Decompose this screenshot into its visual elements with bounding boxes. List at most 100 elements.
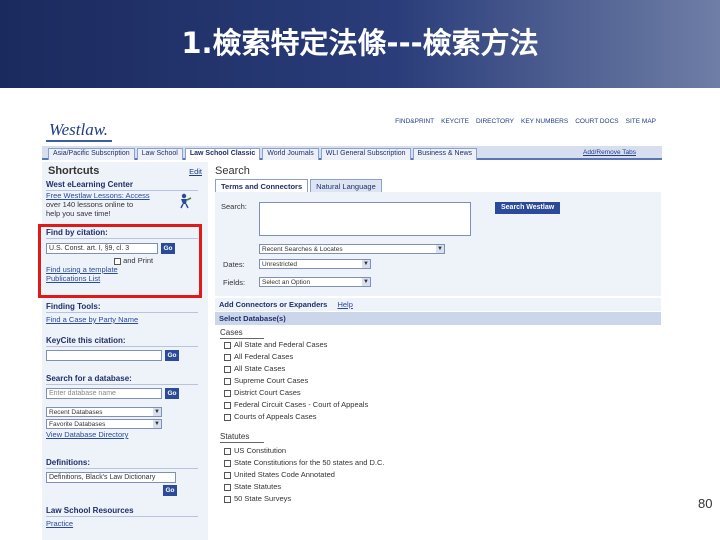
search-subtabs: Terms and Connectors Natural Language <box>215 179 382 192</box>
db-item[interactable]: All State Cases <box>224 364 285 373</box>
find-by-citation-box: Find by citation: U.S. Const. art. I, §9… <box>46 228 198 283</box>
law-school-resources-heading: Law School Resources <box>46 506 198 517</box>
publications-list-link[interactable]: Publications List <box>46 274 198 283</box>
search-main-panel: Search Terms and Connectors Natural Lang… <box>212 162 662 540</box>
db-item[interactable]: 50 State Surveys <box>224 494 291 503</box>
statutes-heading-underline <box>220 442 264 443</box>
tab-world-journals[interactable]: World Journals <box>262 148 319 160</box>
statutes-heading: Statutes <box>220 432 264 443</box>
db-checkbox[interactable] <box>224 353 231 361</box>
search-database-box: Search for a database: Enter database na… <box>46 374 198 439</box>
definitions-go-button[interactable]: Go <box>163 485 177 496</box>
favorite-databases-select[interactable]: Favorite Databases ▼ <box>46 419 162 430</box>
db-item-label: All State and Federal Cases <box>234 340 328 349</box>
db-checkbox[interactable] <box>224 365 231 373</box>
db-checkbox[interactable] <box>224 459 231 467</box>
add-connectors-bar: Add Connectors or Expanders Help <box>215 298 661 311</box>
database-name-input[interactable]: Enter database name <box>46 388 162 399</box>
chevron-down-icon: ▼ <box>362 278 370 286</box>
db-checkbox[interactable] <box>224 471 231 479</box>
db-item[interactable]: State Statutes <box>224 482 281 491</box>
db-checkbox[interactable] <box>224 377 231 385</box>
keycite-box: KeyCite this citation: Go <box>46 336 198 361</box>
find-template-link[interactable]: Find using a template <box>46 265 198 274</box>
finding-tools-box: Finding Tools: Find a Case by Party Name <box>46 302 198 324</box>
definitions-box: Definitions: Definitions, Black's Law Di… <box>46 458 198 496</box>
db-item[interactable]: All State and Federal Cases <box>224 340 327 349</box>
add-connectors-label[interactable]: Add Connectors or Expanders <box>219 300 327 309</box>
and-print-checkbox[interactable] <box>114 257 121 265</box>
definitions-input[interactable]: Definitions, Black's Law Dictionary <box>46 472 176 483</box>
keycite-input[interactable] <box>46 350 162 361</box>
recent-databases-select[interactable]: Recent Databases ▼ <box>46 407 162 418</box>
db-item-label: Courts of Appeals Cases <box>234 412 317 421</box>
logo-underline <box>46 140 112 142</box>
practice-link[interactable]: Practice <box>46 519 198 528</box>
db-item[interactable]: District Court Cases <box>224 388 301 397</box>
db-checkbox[interactable] <box>224 413 231 421</box>
db-item-label: US Constitution <box>234 446 287 455</box>
slide-page-number: 80 <box>698 496 713 511</box>
db-checkbox[interactable] <box>224 447 231 455</box>
search-textarea[interactable] <box>259 202 471 236</box>
util-link-keynumbers[interactable]: KEY NUMBERS <box>521 118 568 125</box>
util-link-sitemap[interactable]: SITE MAP <box>626 118 656 125</box>
database-go-button[interactable]: Go <box>165 388 179 399</box>
citation-go-button[interactable]: Go <box>161 243 175 254</box>
fields-value: Select an Option <box>262 279 311 286</box>
util-link-findprint[interactable]: FIND&PRINT <box>395 118 434 125</box>
db-item[interactable]: Federal Circuit Cases - Court of Appeals <box>224 400 368 409</box>
tab-business-news[interactable]: Business & News <box>412 148 478 160</box>
tab-natural-language[interactable]: Natural Language <box>310 179 382 192</box>
westlaw-screenshot: Westlaw. FIND&PRINT KEYCITE DIRECTORY KE… <box>42 114 662 540</box>
help-link[interactable]: Help <box>337 300 352 309</box>
db-item-label: State Constitutions for the 50 states an… <box>234 458 385 467</box>
recent-searches-select[interactable]: Recent Searches & Locates ▼ <box>259 244 445 254</box>
shortcuts-edit-link[interactable]: Edit <box>189 167 202 176</box>
db-item-label: All Federal Cases <box>234 352 294 361</box>
fields-select[interactable]: Select an Option ▼ <box>259 277 371 287</box>
law-school-resources-box: Law School Resources Practice <box>46 506 198 528</box>
db-item[interactable]: State Constitutions for the 50 states an… <box>224 458 385 467</box>
util-link-keycite[interactable]: KEYCITE <box>441 118 469 125</box>
db-item-label: 50 State Surveys <box>234 494 292 503</box>
util-link-directory[interactable]: DIRECTORY <box>476 118 514 125</box>
cases-heading-label: Cases <box>220 328 243 337</box>
tab-law-school[interactable]: Law School <box>136 148 183 160</box>
dates-select[interactable]: Unrestricted ▼ <box>259 259 371 269</box>
db-item[interactable]: All Federal Cases <box>224 352 293 361</box>
util-link-courtdocs[interactable]: COURT DOCS <box>575 118 618 125</box>
db-item[interactable]: US Constitution <box>224 446 286 455</box>
db-item-label: Supreme Court Cases <box>234 376 309 385</box>
statutes-heading-label: Statutes <box>220 432 250 441</box>
db-item[interactable]: Courts of Appeals Cases <box>224 412 317 421</box>
db-item[interactable]: United States Code Annotated <box>224 470 335 479</box>
chevron-down-icon: ▼ <box>362 260 370 268</box>
keycite-go-button[interactable]: Go <box>165 350 179 361</box>
cases-heading: Cases <box>220 328 264 339</box>
search-title: Search <box>215 165 250 177</box>
db-checkbox[interactable] <box>224 341 231 349</box>
tab-law-school-classic[interactable]: Law School Classic <box>184 148 261 160</box>
tab-wli-general[interactable]: WLI General Subscription <box>320 148 411 160</box>
find-case-party-link[interactable]: Find a Case by Party Name <box>46 315 198 324</box>
chevron-down-icon: ▼ <box>153 420 161 429</box>
db-checkbox[interactable] <box>224 401 231 409</box>
db-checkbox[interactable] <box>224 389 231 397</box>
finding-tools-heading: Finding Tools: <box>46 302 198 313</box>
fields-label: Fields: <box>223 278 246 287</box>
db-item-label: All State Cases <box>234 364 286 373</box>
utility-links: FIND&PRINT KEYCITE DIRECTORY KEY NUMBERS… <box>395 118 656 125</box>
westlaw-top-bar: Westlaw. FIND&PRINT KEYCITE DIRECTORY KE… <box>42 114 662 144</box>
view-database-directory-link[interactable]: View Database Directory <box>46 430 198 439</box>
add-remove-tabs-link[interactable]: Add/Remove Tabs <box>583 149 636 158</box>
tab-asia-pacific[interactable]: Asia/Pacific Subscription <box>48 148 135 160</box>
tab-terms-and-connectors[interactable]: Terms and Connectors <box>215 179 309 192</box>
db-checkbox[interactable] <box>224 495 231 503</box>
search-westlaw-button[interactable]: Search Westlaw <box>495 202 561 214</box>
db-checkbox[interactable] <box>224 483 231 491</box>
citation-input[interactable]: U.S. Const. art. I, §9, cl. 3 <box>46 243 158 254</box>
select-databases-bar: Select Database(s) <box>215 312 661 325</box>
db-item[interactable]: Supreme Court Cases <box>224 376 308 385</box>
shortcuts-title: Shortcuts <box>48 165 100 177</box>
